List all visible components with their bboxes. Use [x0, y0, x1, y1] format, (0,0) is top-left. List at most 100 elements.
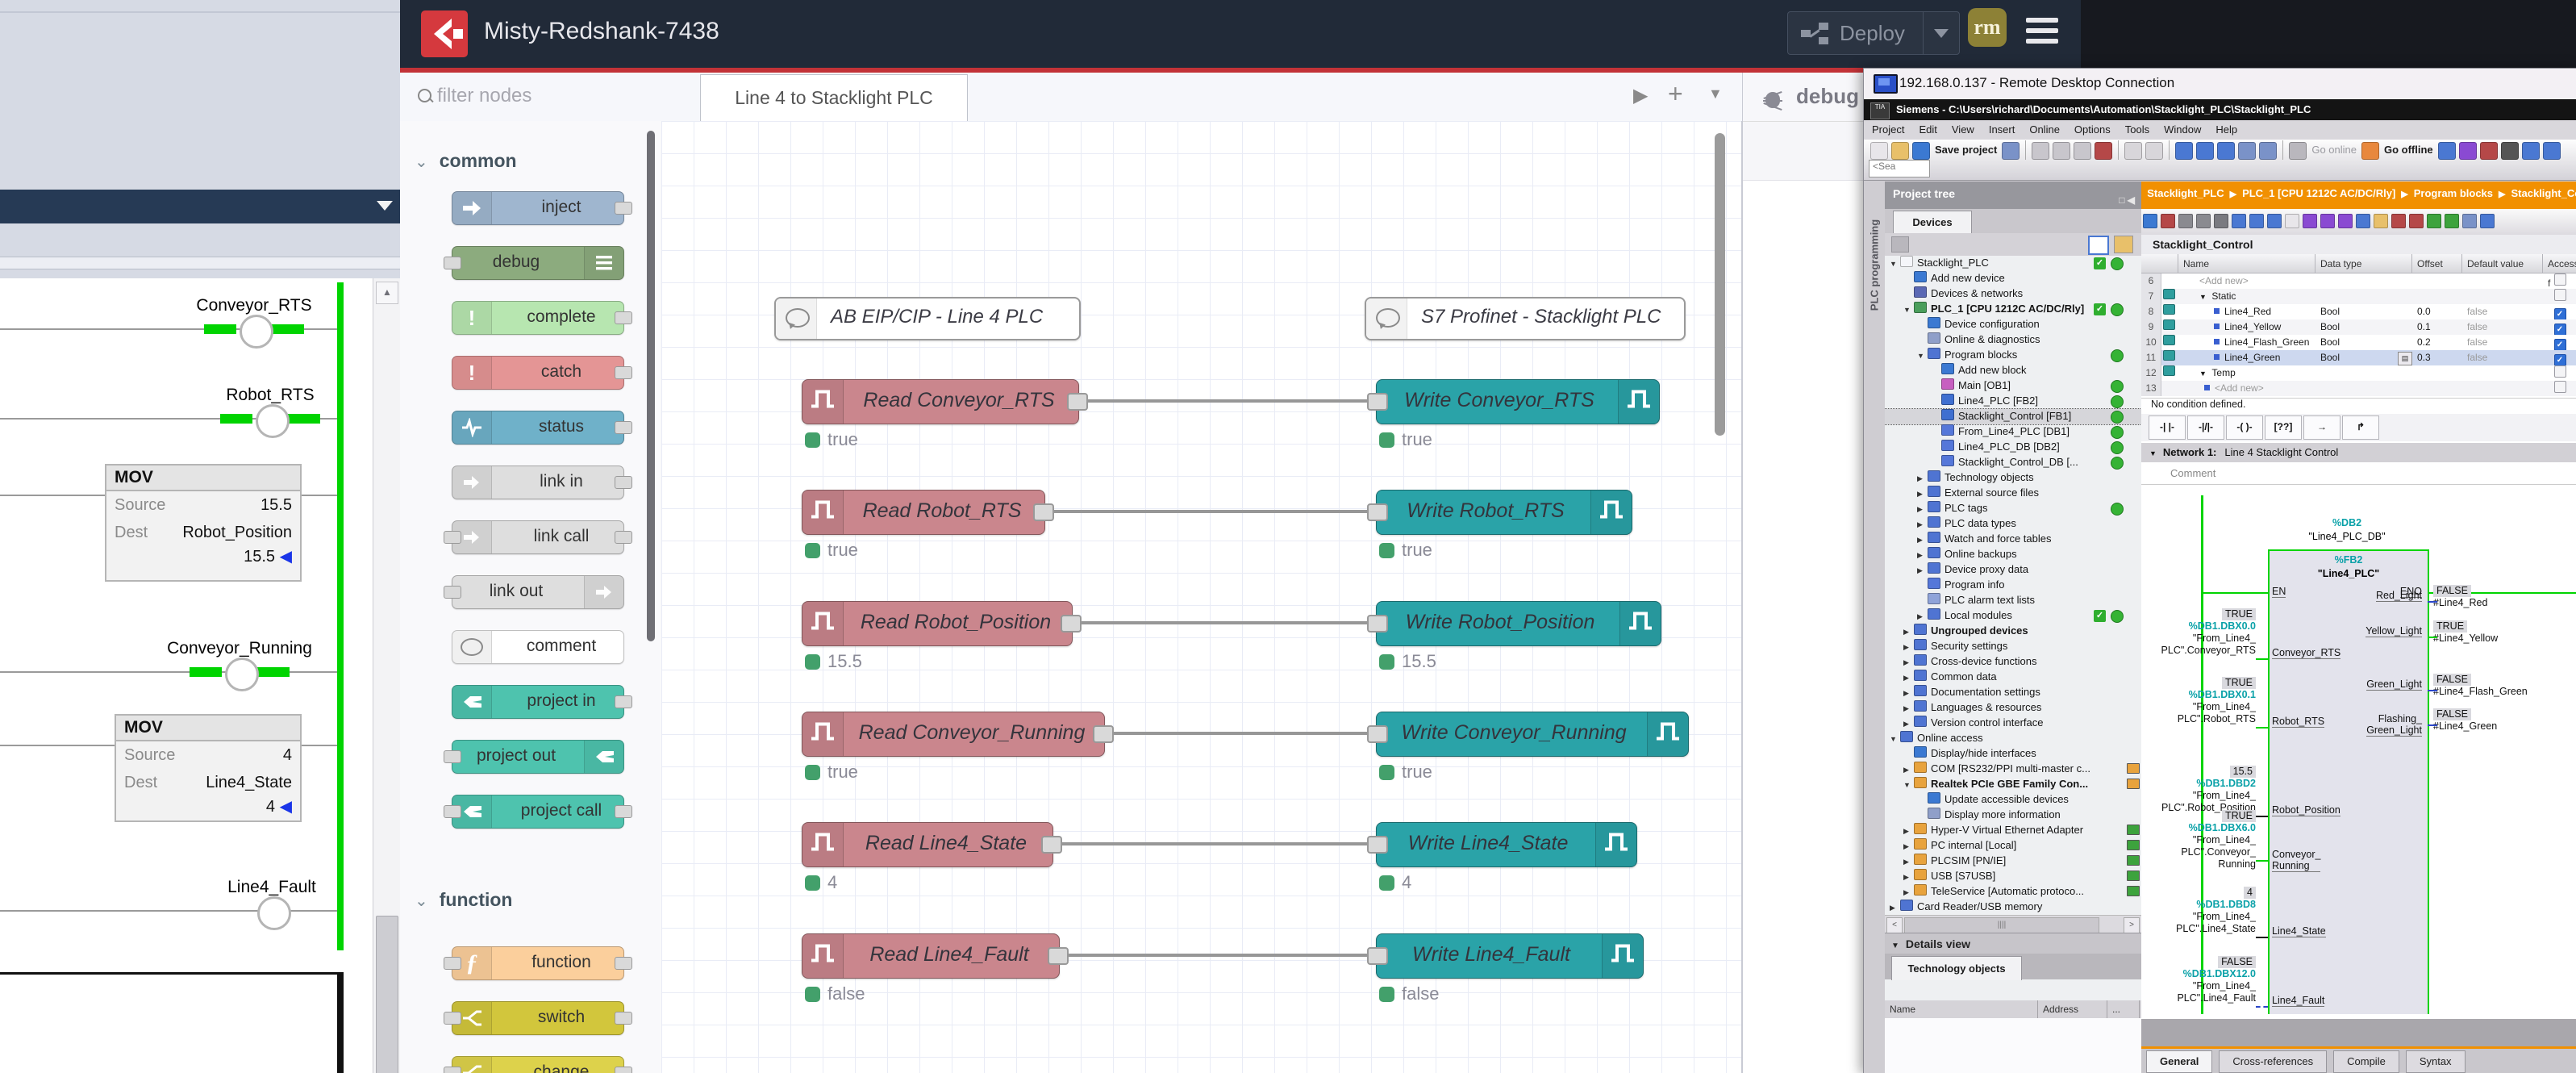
window2-icon[interactable] — [2480, 142, 2498, 160]
save-project-label[interactable]: Save project — [1935, 144, 1997, 156]
tab-technology-objects[interactable]: Technology objects — [1891, 956, 2022, 980]
comment-node[interactable]: S7 Profinet - Stacklight PLC — [1365, 297, 1686, 340]
chevron-collapsed-icon[interactable]: ▶ — [1890, 904, 1900, 912]
palette-node-project-out[interactable]: project out — [452, 740, 624, 774]
palette-node-status[interactable]: status — [452, 411, 624, 445]
tree-item[interactable]: ▶Online backups — [1885, 547, 2141, 562]
chevron-collapsed-icon[interactable]: ▶ — [1903, 674, 1914, 683]
editor-tool-icon-0[interactable] — [2143, 214, 2157, 228]
output-port[interactable] — [615, 202, 632, 215]
input-port[interactable] — [1367, 615, 1388, 633]
editor-tool-icon-13[interactable] — [2374, 214, 2388, 228]
flow-canvas[interactable]: AB EIP/CIP - Line 4 PLC S7 Profinet - Sta… — [661, 121, 1742, 1073]
breadcrumb-item[interactable]: PLC_1 [CPU 1212C AC/DC/Rly] — [2242, 187, 2395, 199]
diagnostics-icon[interactable] — [2438, 142, 2456, 160]
scrollbar-thumb[interactable]: |||| — [1904, 917, 2099, 933]
input-port[interactable] — [444, 805, 461, 818]
tab-syntax[interactable]: Syntax — [2406, 1050, 2466, 1073]
chevron-collapsed-icon[interactable]: ▶ — [1917, 520, 1928, 529]
chevron-collapsed-icon[interactable]: ▶ — [1903, 658, 1914, 667]
tia-titlebar[interactable]: TIA Siemens - C:\Users\richard\Documents… — [1864, 99, 2576, 120]
flow-node-write[interactable]: Write Conveyor_Running — [1376, 712, 1689, 757]
chevron-collapsed-icon[interactable]: ▶ — [1917, 551, 1928, 560]
wire[interactable] — [1084, 399, 1369, 403]
wire[interactable] — [1065, 954, 1369, 957]
tree-item[interactable]: ▶PLCSIM [PN/IE] — [1885, 854, 2141, 869]
tree-add-icon[interactable] — [2114, 236, 2133, 253]
comment-node[interactable]: AB EIP/CIP - Line 4 PLC — [774, 297, 1081, 340]
menu-edit[interactable]: Edit — [1919, 120, 1936, 140]
checkbox-empty[interactable] — [2554, 365, 2566, 378]
lad-tool-1[interactable]: -|/|- — [2187, 415, 2224, 440]
tree-item[interactable]: Display more information — [1885, 808, 2141, 823]
table-row[interactable]: 8Line4_RedBool0.0false✓ — [2141, 304, 2576, 319]
cut-icon[interactable] — [2032, 142, 2049, 160]
flow-tab[interactable]: Line 4 to Stacklight PLC — [700, 74, 968, 122]
editor-tool-icon-14[interactable] — [2391, 214, 2406, 228]
editor-tool-icon-18[interactable] — [2462, 214, 2477, 228]
datatype-dropdown-button[interactable]: ▤ — [2398, 352, 2412, 365]
tree-item[interactable]: Add new block — [1885, 363, 2141, 378]
wire[interactable] — [1050, 510, 1369, 513]
table-row[interactable]: 13<Add new> — [2141, 381, 2576, 396]
palette-node-comment[interactable]: comment — [452, 630, 624, 664]
lad-tool-4[interactable]: → — [2303, 415, 2340, 440]
variable-table[interactable]: NameData typeOffsetDefault valueAccessib… — [2141, 254, 2576, 398]
editor-tool-icon-19[interactable] — [2480, 214, 2495, 228]
tree-view-icon[interactable] — [2088, 236, 2109, 255]
go-offline-icon[interactable] — [2361, 142, 2379, 160]
tree-item[interactable]: Update accessible devices — [1885, 792, 2141, 808]
upload-icon[interactable] — [2217, 142, 2235, 160]
editor-tool-icon-3[interactable] — [2196, 214, 2211, 228]
chevron-collapsed-icon[interactable]: ▶ — [1917, 566, 1928, 575]
tree-item[interactable]: ▶Technology objects — [1885, 470, 2141, 486]
delete-icon[interactable] — [2095, 142, 2112, 160]
breadcrumb[interactable]: Stacklight_PLC▶PLC_1 [CPU 1212C AC/DC/Rl… — [2141, 182, 2576, 212]
ladder-vscrollbar[interactable]: ▲ — [373, 278, 401, 1073]
editor-tool-icon-2[interactable] — [2178, 214, 2193, 228]
palette-scrollbar[interactable] — [647, 131, 655, 641]
go-online-icon[interactable] — [2289, 142, 2307, 160]
input-port[interactable] — [1367, 947, 1388, 965]
palette-node-debug[interactable]: debug — [452, 246, 624, 280]
rslogix-hscrollbar[interactable] — [0, 257, 400, 269]
tree-item[interactable]: ▶Card Reader/USB memory — [1885, 900, 2141, 915]
output-port[interactable] — [615, 421, 632, 434]
undo-icon[interactable] — [2124, 142, 2142, 160]
tree-item[interactable]: ▶Hyper-V Virtual Ethernet Adapter — [1885, 823, 2141, 838]
editor-tool-icon-16[interactable] — [2427, 214, 2441, 228]
tree-filter-icon[interactable] — [1891, 236, 1909, 253]
print-icon[interactable] — [2002, 142, 2020, 160]
add-flow-button[interactable]: + — [1668, 79, 1683, 109]
input-port[interactable] — [444, 531, 461, 544]
chevron-collapsed-icon[interactable]: ▶ — [1903, 842, 1914, 851]
chevron-collapsed-icon[interactable]: ▶ — [1903, 689, 1914, 698]
tree-item[interactable]: ▶Security settings — [1885, 639, 2141, 654]
rslogix-collapsed-bar[interactable] — [0, 190, 407, 223]
column-header[interactable] — [2141, 254, 2178, 273]
tree-item[interactable]: Devices & networks — [1885, 286, 2141, 302]
flow-node-write[interactable]: Write Robot_Position — [1376, 601, 1661, 646]
tia-side-tab[interactable]: PLC programming — [1864, 182, 1886, 1073]
palette-node-function[interactable]: functionƒ — [452, 946, 624, 980]
checkbox-empty[interactable] — [2554, 273, 2566, 286]
tree-item[interactable]: Device configuration — [1885, 317, 2141, 332]
project-search-input[interactable]: <Sea — [1869, 160, 1930, 177]
editor-tool-icon-7[interactable] — [2267, 214, 2282, 228]
output-coil[interactable] — [240, 315, 273, 349]
checkbox-checked[interactable]: ✓ — [2554, 308, 2566, 319]
scroll-up-icon[interactable]: ▲ — [376, 282, 398, 304]
palette-section-function[interactable]: ⌄function — [415, 889, 512, 911]
fb-call-box[interactable]: %FB2"Line4_PLC" — [2268, 549, 2429, 1014]
chevron-collapsed-icon[interactable]: ▶ — [1917, 505, 1928, 514]
menu-view[interactable]: View — [1952, 120, 1974, 140]
compile-icon[interactable] — [2175, 142, 2193, 160]
chevron-expanded-icon[interactable]: ▼ — [1917, 352, 1928, 360]
tree-item[interactable]: ▶USB [S7USB] — [1885, 869, 2141, 884]
output-port[interactable] — [615, 695, 632, 708]
output-port[interactable] — [1033, 503, 1054, 521]
input-port[interactable] — [444, 750, 461, 763]
chevron-collapsed-icon[interactable]: ▶ — [1917, 536, 1928, 545]
tree-item[interactable]: ▶PLC data types — [1885, 516, 2141, 532]
tab-compile[interactable]: Compile — [2333, 1050, 2399, 1073]
